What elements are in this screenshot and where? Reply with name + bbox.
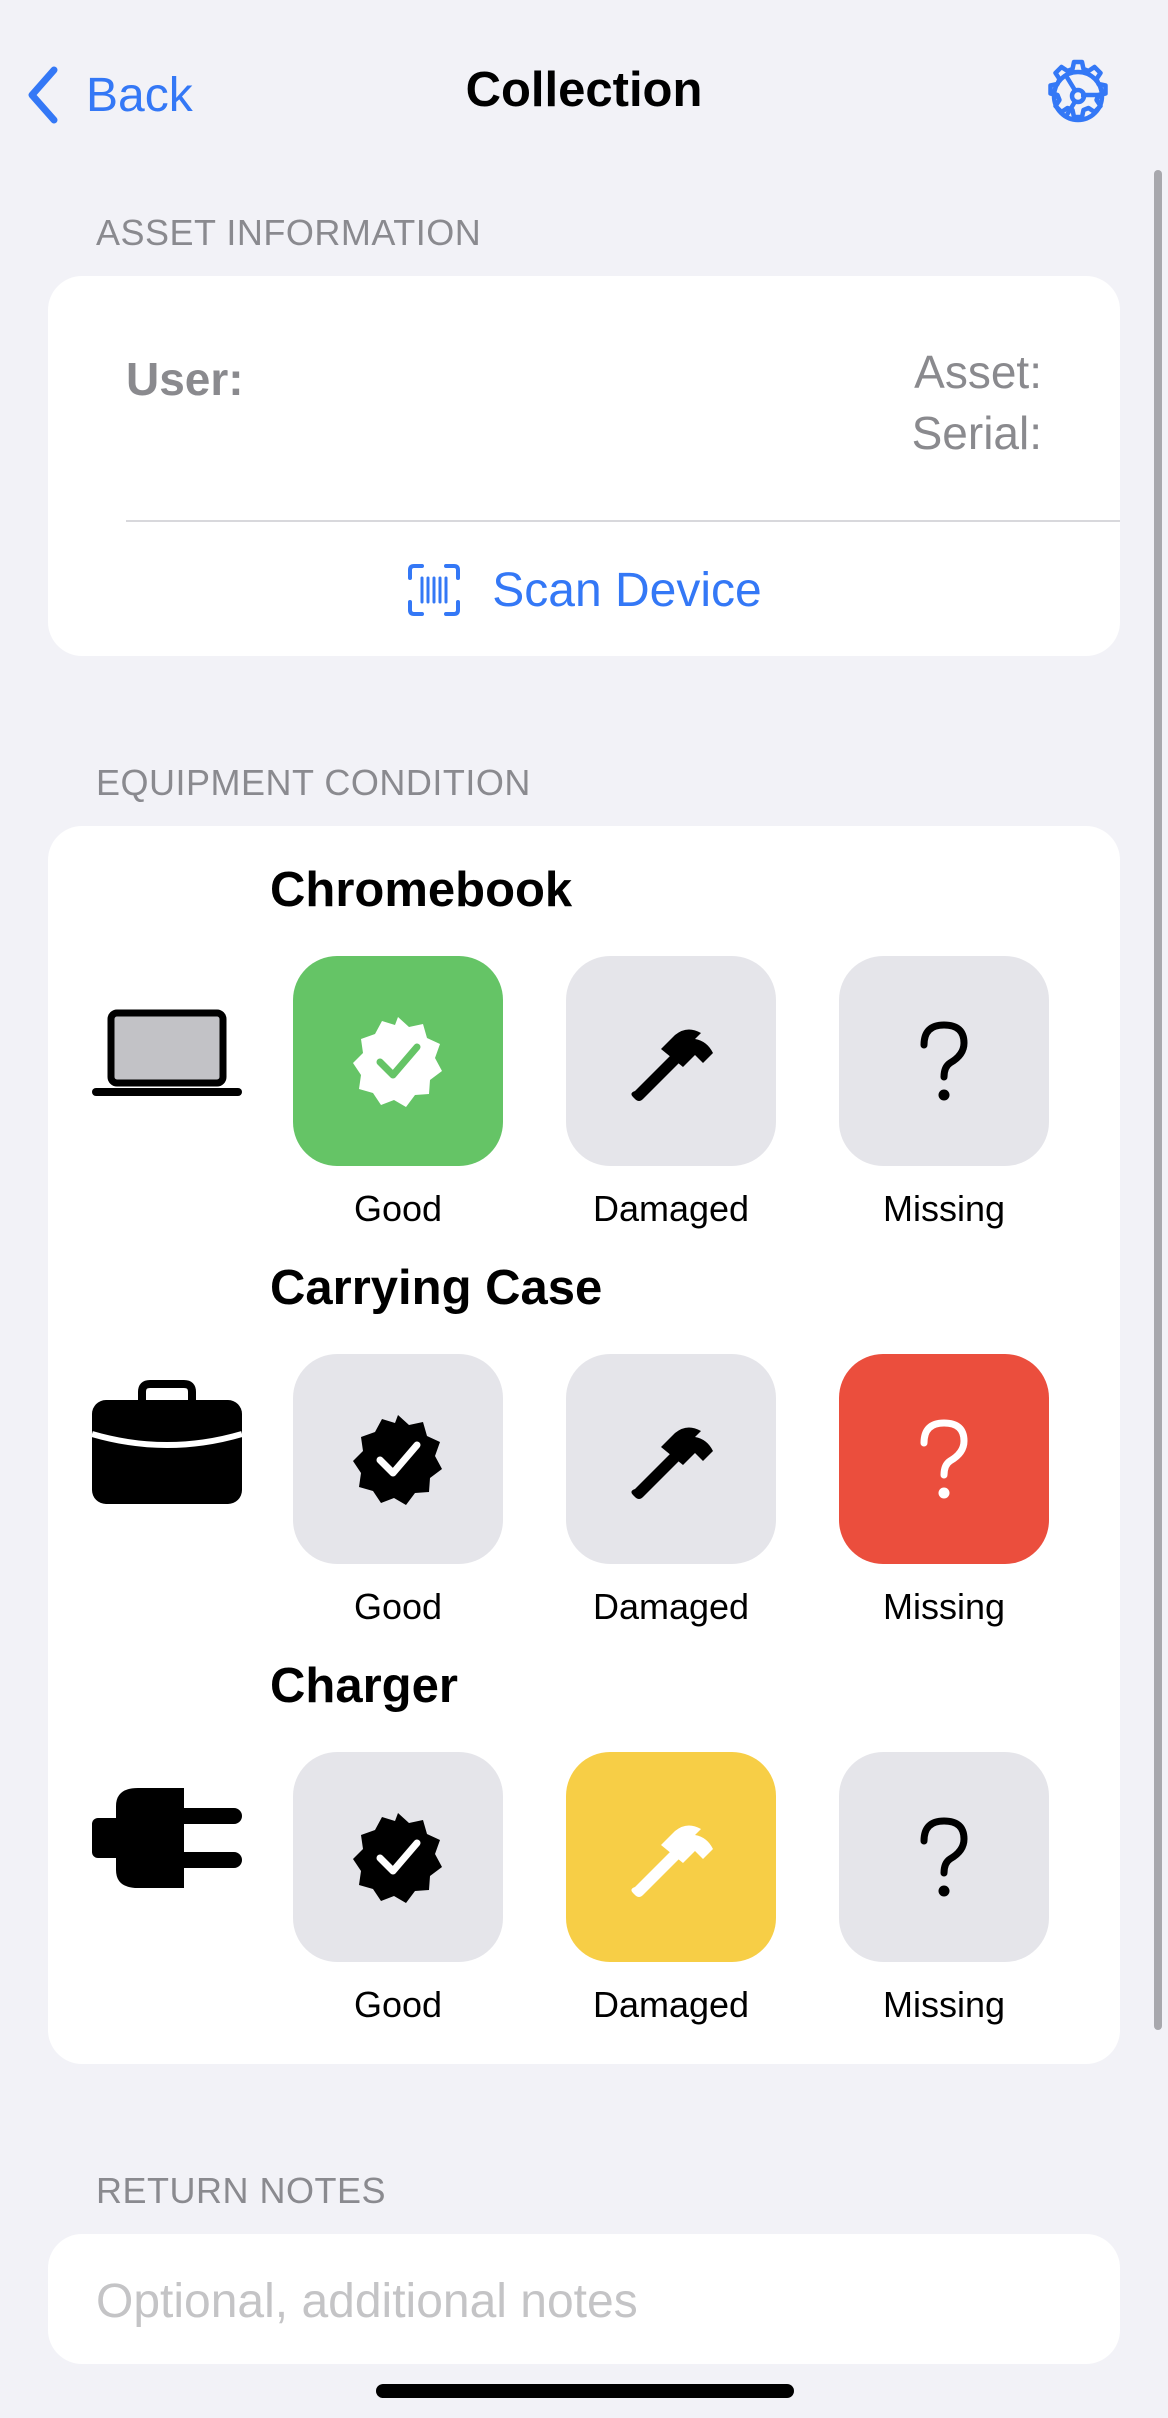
- chromebook-missing-label: Missing: [882, 1188, 1006, 1229]
- asset-information-card: User: Asset: Serial: Scan Device: [48, 276, 1120, 656]
- scan-device-label: Scan Device: [492, 563, 762, 617]
- asset-information-header: ASSET INFORMATION: [96, 212, 482, 253]
- carrying-case-good-label: Good: [353, 1586, 443, 1627]
- asset-serial-info: Asset: Serial:: [912, 342, 1042, 464]
- carrying-case-damaged-button[interactable]: [566, 1354, 776, 1564]
- item-label-charger: Charger: [270, 1659, 458, 1713]
- carrying-case-damaged-label: Damaged: [592, 1586, 750, 1627]
- checkmark-seal-icon: [353, 1813, 442, 1903]
- charger-good-button[interactable]: [293, 1752, 503, 1962]
- item-label-carrying-case: Carrying Case: [270, 1261, 603, 1315]
- briefcase-icon: [92, 1380, 242, 1504]
- scrollbar[interactable]: [1154, 170, 1162, 2030]
- checkmark-seal-icon: [353, 1415, 442, 1505]
- scan-device-button[interactable]: Scan Device: [48, 528, 1120, 652]
- charger-missing-label: Missing: [882, 1984, 1006, 2025]
- question-mark-icon: [920, 1817, 968, 1897]
- laptop-icon: [92, 1009, 242, 1096]
- return-notes-placeholder: Optional, additional notes: [96, 2275, 638, 2328]
- gear-icon[interactable]: [1040, 58, 1116, 134]
- hammer-icon: [631, 1029, 713, 1101]
- user-label: User:: [126, 353, 244, 405]
- checkmark-seal-icon: [353, 1017, 442, 1107]
- carrying-case-missing-label: Missing: [882, 1586, 1006, 1627]
- chromebook-missing-button[interactable]: [839, 956, 1049, 1166]
- question-mark-icon: [920, 1419, 968, 1499]
- charger-damaged-button[interactable]: [566, 1752, 776, 1962]
- return-notes-field[interactable]: Optional, additional notes: [48, 2234, 1120, 2364]
- hammer-icon: [631, 1825, 713, 1897]
- chromebook-good-button[interactable]: [293, 956, 503, 1166]
- chromebook-good-label: Good: [353, 1188, 443, 1229]
- home-indicator[interactable]: [376, 2384, 794, 2398]
- charger-good-label: Good: [353, 1984, 443, 2025]
- chromebook-damaged-button[interactable]: [566, 956, 776, 1166]
- page-title: Collection: [465, 63, 703, 117]
- equipment-condition-card: Chromebook Good Damaged Missing Carrying…: [48, 826, 1120, 2064]
- barcode-viewfinder-icon: [408, 564, 461, 616]
- chromebook-damaged-label: Damaged: [592, 1188, 750, 1229]
- carrying-case-missing-button[interactable]: [839, 1354, 1049, 1564]
- hammer-icon: [631, 1427, 713, 1499]
- item-label-chromebook: Chromebook: [270, 863, 573, 917]
- plug-icon: [92, 1788, 242, 1888]
- divider: [126, 520, 1120, 522]
- equipment-condition-header: EQUIPMENT CONDITION: [96, 762, 531, 803]
- asset-label: Asset:: [914, 346, 1042, 398]
- navigation-bar: Back Collection: [0, 0, 1168, 190]
- return-notes-header: RETURN NOTES: [96, 2170, 387, 2211]
- question-mark-icon: [920, 1021, 968, 1101]
- carrying-case-good-button[interactable]: [293, 1354, 503, 1564]
- serial-label: Serial:: [911, 407, 1042, 459]
- charger-damaged-label: Damaged: [592, 1984, 750, 2025]
- charger-missing-button[interactable]: [839, 1752, 1049, 1962]
